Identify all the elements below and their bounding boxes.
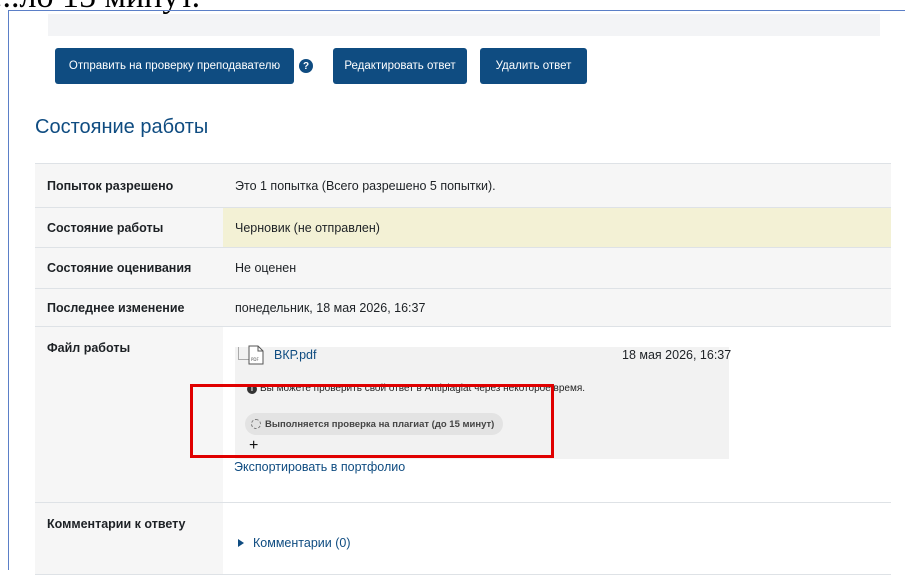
file-date: 18 мая 2026, 16:37 [622,348,732,362]
row-value: Это 1 попытка (Всего разрешено 5 попытки… [223,163,891,208]
table-row: Попыток разрешено Это 1 попытка (Всего р… [35,163,891,208]
row-label: Комментарии к ответу [35,502,223,575]
help-icon[interactable]: ? [299,59,313,73]
table-row: Состояние работы Черновик (не отправлен) [35,207,891,248]
pdf-file-icon: PDF [248,345,264,365]
table-row: Комментарии к ответу [35,502,891,575]
comments-link[interactable]: Комментарии (0) [253,536,350,550]
edit-answer-button[interactable]: Редактировать ответ [333,48,467,84]
table-row: Состояние оценивания Не оценен [35,247,891,289]
row-label: Попыток разрешено [35,163,223,208]
red-highlight-box [190,384,554,458]
comments-toggle[interactable]: Комментарии (0) [238,536,350,550]
delete-answer-button[interactable]: Удалить ответ [480,48,587,84]
section-title: Состояние работы [35,116,209,138]
row-value: Не оценен [223,247,891,289]
top-grey-strip [48,14,880,36]
row-value: Черновик (не отправлен) [223,207,891,248]
svg-text:PDF: PDF [251,357,259,362]
row-label: Состояние оценивания [35,247,223,289]
triangle-right-icon [238,539,244,547]
export-to-portfolio-link[interactable]: Экспортировать в портфолио [234,460,405,474]
table-row: Последнее изменение понедельник, 18 мая … [35,288,891,327]
submission-status-table: Попыток разрешено Это 1 попытка (Всего р… [35,163,891,575]
submit-for-review-button[interactable]: Отправить на проверку преподавателю [55,48,294,84]
file-link[interactable]: ВКР.pdf [274,348,316,362]
row-label: Последнее изменение [35,288,223,327]
row-label: Состояние работы [35,207,223,248]
row-value: понедельник, 18 мая 2026, 16:37 [223,288,891,327]
